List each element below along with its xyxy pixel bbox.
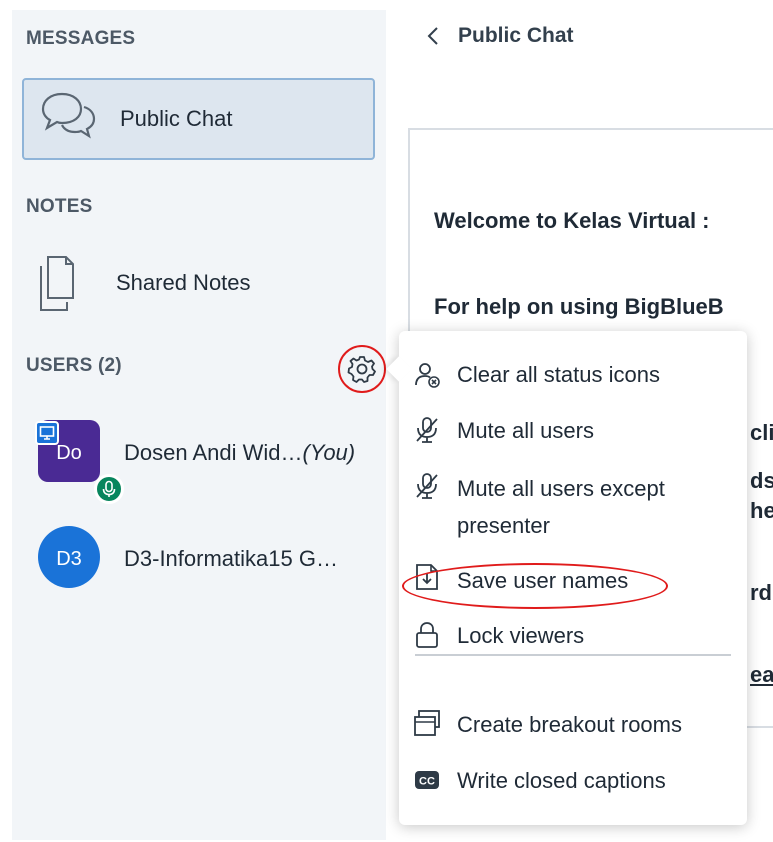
menu-item-clear-status[interactable]: Clear all status icons: [399, 357, 747, 393]
rooms-icon: [414, 710, 440, 736]
notes-section-title: NOTES: [26, 196, 93, 217]
user-name-text: Dosen Andi Wid…: [124, 440, 303, 465]
welcome-room-name: Kelas Virtual :: [563, 208, 710, 233]
svg-text:CC: CC: [419, 776, 435, 788]
avatar-initials: Do: [56, 441, 82, 464]
user-list-item[interactable]: D3 D3-Informatika15 G…: [12, 522, 386, 592]
avatar-initials: D3: [56, 547, 82, 570]
users-section-title: USERS (2): [26, 355, 122, 376]
menu-item-mute-all[interactable]: Mute all users: [399, 413, 747, 449]
public-chat-item[interactable]: Public Chat: [22, 78, 375, 160]
chevron-left-icon[interactable]: [426, 25, 440, 47]
lock-icon: [416, 622, 438, 648]
clear-status-icon: [415, 363, 440, 388]
menu-item-label-line2: presenter: [457, 513, 550, 538]
user-name-text: D3-Informatika15 G…: [124, 546, 338, 571]
annotation-ellipse: [402, 563, 668, 609]
avatar: D3: [38, 526, 100, 588]
mic-muted-icon: [416, 473, 438, 499]
user-name: D3-Informatika15 G…: [124, 546, 338, 572]
cc-icon: CC: [415, 771, 439, 789]
public-chat-label: Public Chat: [120, 106, 233, 131]
message-fragment: he: [750, 498, 773, 523]
menu-item-mute-except-presenter[interactable]: Mute all users except presenter: [399, 469, 747, 545]
help-text: For help on using BigBlueB: [434, 294, 724, 319]
menu-item-label: Mute all users except: [457, 476, 665, 501]
microphone-icon: [102, 480, 116, 497]
messages-section-title: MESSAGES: [26, 28, 136, 49]
menu-item-closed-captions[interactable]: CC Write closed captions: [399, 763, 747, 799]
message-fragment: ds: [750, 468, 773, 493]
user-list-item[interactable]: Do Dosen Andi Wid…(You): [12, 418, 386, 504]
you-tag: (You): [302, 440, 356, 465]
message-fragment: cli: [750, 420, 773, 445]
menu-item-label: Lock viewers: [457, 623, 585, 648]
menu-item-lock-viewers[interactable]: Lock viewers: [399, 618, 747, 654]
presentation-icon: [39, 426, 55, 440]
sidebar: MESSAGES Public Chat NOTES Shared Notes …: [12, 10, 386, 840]
user-options-menu: Clear all status icons Mute all users Mu…: [386, 331, 747, 825]
message-link-fragment[interactable]: ear: [750, 662, 773, 688]
user-options-button[interactable]: [338, 345, 386, 393]
mic-muted-icon: [416, 417, 438, 443]
chat-bubbles-icon: [41, 92, 96, 139]
welcome-text: Welcome to Kelas Virtual :: [434, 208, 710, 234]
chat-title: Public Chat: [458, 24, 574, 47]
shared-notes-label[interactable]: Shared Notes: [116, 270, 251, 296]
menu-item-label: Clear all status icons: [457, 362, 660, 387]
gear-icon: [347, 356, 376, 383]
mic-badge: [94, 474, 124, 504]
welcome-prefix: Welcome to: [434, 208, 564, 233]
menu-item-label: Create breakout rooms: [457, 712, 682, 737]
shared-notes-icon: [40, 256, 74, 311]
message-fragment: rd: [750, 580, 772, 605]
menu-item-breakout-rooms[interactable]: Create breakout rooms: [399, 707, 747, 743]
presenter-badge: [35, 421, 59, 445]
chat-header[interactable]: Public Chat: [426, 24, 574, 48]
menu-item-label: Write closed captions: [457, 768, 666, 793]
user-name: Dosen Andi Wid…(You): [124, 440, 355, 466]
menu-divider: [415, 654, 731, 656]
menu-item-label: Mute all users: [457, 418, 594, 443]
